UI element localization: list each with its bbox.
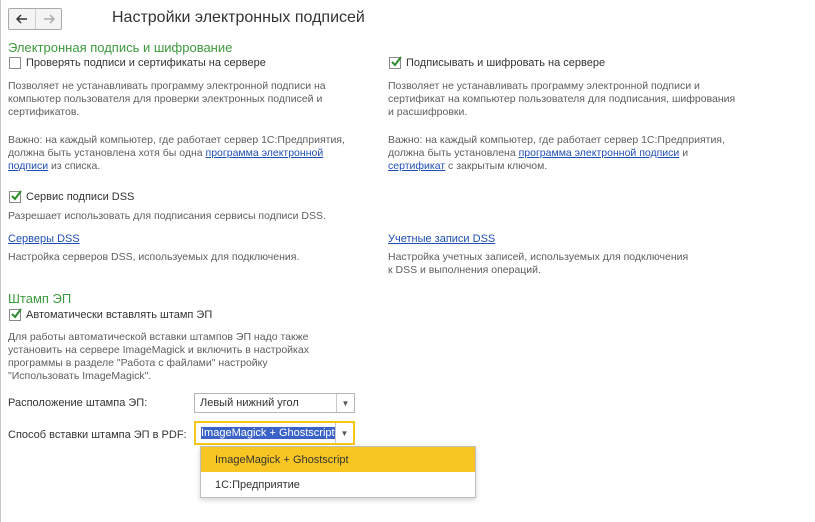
checkbox-box[interactable] [9,308,22,321]
stamp-location-label: Расположение штампа ЭП: [8,397,148,409]
window-left-border [0,0,1,522]
checkbox-label: Проверять подписи и сертификаты на серве… [26,57,266,69]
checkmark-icon [391,56,402,67]
chevron-down-icon[interactable]: ▼ [335,423,353,443]
program-link-continued[interactable]: подписи [8,160,48,172]
checkbox-label: Подписывать и шифровать на сервере [406,57,606,69]
stamp-note: Для работы автоматической вставки штампо… [8,331,309,382]
auto-insert-stamp-checkbox[interactable]: Автоматически вставлять штамп ЭП [9,308,213,321]
sign-on-server-important: Важно: на каждый компьютер, где работает… [388,134,725,172]
sign-on-server-checkbox[interactable]: Подписывать и шифровать на сервере [389,56,606,69]
program-signature-link[interactable]: программа электронной подписи [519,147,680,159]
dss-accounts-note: Настройка учетных записей, используемых … [388,251,689,276]
check-on-server-checkbox[interactable]: Проверять подписи и сертификаты на серве… [9,57,266,69]
checkmark-icon [11,308,22,319]
dss-note: Разрешает использовать для подписания се… [8,210,326,222]
stamp-location-select[interactable]: Левый нижний угол ▼ [194,393,355,413]
dropdown-option-1c[interactable]: 1С:Предприятие [201,472,475,497]
check-on-server-important: Важно: на каждый компьютер, где работает… [8,134,345,172]
program-link[interactable]: программа электронной [206,147,324,159]
dss-accounts-link[interactable]: Учетные записи DSS [388,233,495,245]
pdf-stamp-method-select[interactable]: ImageMagick + Ghostscript ▼ [194,421,355,445]
arrow-left-icon [16,14,27,24]
checkbox-box[interactable] [9,190,22,203]
dss-servers-note: Настройка серверов DSS, используемых для… [8,251,300,263]
pdf-stamp-method-dropdown: ImageMagick + Ghostscript 1С:Предприятие [200,446,476,498]
back-button[interactable] [9,9,35,29]
forward-button[interactable] [35,9,61,29]
select-value[interactable]: ImageMagick + Ghostscript [196,427,335,439]
select-value: Левый нижний угол [200,397,299,409]
dropdown-option-imagemagick[interactable]: ImageMagick + Ghostscript [201,447,475,472]
section-title-stamp: Штамп ЭП [8,291,72,306]
check-on-server-note: Позволяет не устанавливать программу эле… [8,80,326,118]
pdf-stamp-method-label: Способ вставки штампа ЭП в PDF: [8,429,187,441]
navigation-buttons [8,8,62,30]
checkbox-box[interactable] [389,56,402,69]
dss-service-checkbox[interactable]: Сервис подписи DSS [9,190,135,203]
certificate-link[interactable]: сертификат [388,160,445,172]
checkbox-box[interactable] [9,57,21,69]
arrow-right-icon [43,14,55,24]
dss-servers-link[interactable]: Серверы DSS [8,233,80,245]
chevron-down-icon[interactable]: ▼ [336,394,354,412]
checkbox-label: Автоматически вставлять штамп ЭП [26,309,213,321]
checkbox-label: Сервис подписи DSS [26,191,135,203]
section-title-signature: Электронная подпись и шифрование [8,40,233,55]
page-title: Настройки электронных подписей [112,9,365,26]
sign-on-server-note: Позволяет не устанавливать программу эле… [388,80,736,118]
checkmark-icon [11,190,22,201]
